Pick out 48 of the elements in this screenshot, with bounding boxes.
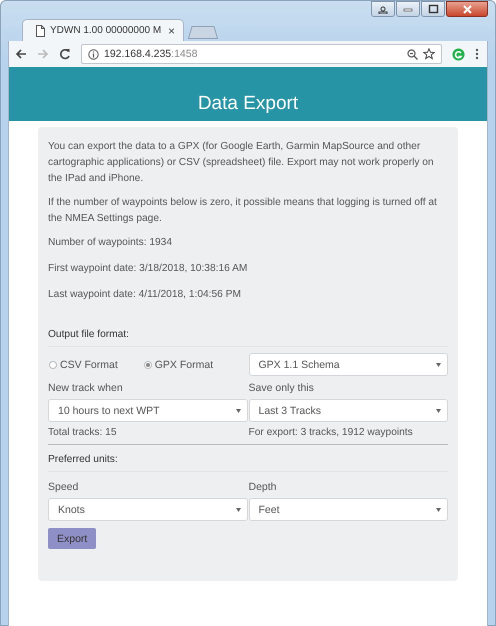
star-icon[interactable]	[423, 48, 435, 60]
intro-text: You can export the data to a GPX (for Google Earth, Garmin MapSource and other cartographic applications) or CSV (spreadsheet) file. Export may not work properly on the IPad and iPhone.	[48, 140, 435, 186]
back-icon[interactable]	[15, 48, 27, 60]
user-button[interactable]	[371, 1, 395, 17]
caret-icon	[436, 408, 441, 412]
units-dropdown[interactable]: Knots	[48, 498, 248, 521]
radio-icon[interactable]	[49, 360, 57, 368]
minimize-button[interactable]	[396, 1, 420, 17]
stat-text: Number of waypoints: 1934	[48, 236, 174, 250]
stat-text: Last waypoint date: 4/11/2018, 1:04:56 PM	[48, 288, 242, 302]
caret-icon	[436, 508, 441, 512]
caret-icon	[236, 408, 240, 412]
info-icon[interactable]	[88, 48, 99, 60]
close-icon	[462, 4, 472, 14]
stat-text: First waypoint date: 3/18/2018, 10:38:16 AM	[48, 262, 248, 276]
radio-selected-icon[interactable]	[144, 360, 152, 368]
tracks-dropdown[interactable]: Last 3 Tracks	[248, 399, 448, 422]
field-label: Depth	[248, 480, 278, 495]
field-label: Speed	[48, 480, 80, 495]
page-title: Data Export	[198, 93, 298, 115]
menu-icon[interactable]	[475, 48, 479, 60]
browser-tab[interactable]: YDWN 1.00 00000000 M ×	[22, 19, 184, 41]
zoom-icon[interactable]	[407, 48, 418, 60]
address-bar[interactable]: 192.168.4.235:1458	[81, 44, 442, 64]
close-window-button[interactable]	[446, 1, 488, 17]
url-text: 192.168.4.235:1458	[104, 48, 198, 60]
section-label: Preferred units:	[48, 454, 448, 472]
field-label: New track when	[48, 381, 124, 396]
info-text: Total tracks: 15	[48, 426, 118, 440]
info-text: For export: 3 tracks, 1912 waypoints	[248, 426, 414, 440]
maximize-button[interactable]	[421, 1, 445, 17]
field-label: Save only this	[248, 381, 315, 396]
caret-icon	[236, 508, 240, 512]
schema-dropdown[interactable]: GPX 1.1 Schema	[248, 353, 448, 376]
radio-option[interactable]: GPX Format	[144, 358, 214, 370]
user-icon	[378, 4, 388, 14]
export-button[interactable]: Export	[48, 528, 96, 549]
tab-close-button[interactable]: ×	[168, 24, 175, 38]
reload-icon[interactable]	[59, 48, 71, 60]
page-icon	[35, 24, 46, 36]
section-label: Output file format:	[48, 329, 448, 347]
caret-icon	[436, 362, 441, 366]
radio-option[interactable]: CSV Format	[49, 358, 118, 370]
units-dropdown[interactable]: Feet	[248, 498, 448, 521]
intro-text: If the number of waypoints below is zero, it possible means that logging is turned off at the NMEA Settings page.	[48, 196, 438, 226]
maximize-icon	[428, 4, 438, 14]
extension-icon[interactable]	[452, 48, 465, 60]
new-track-dropdown[interactable]: 10 hours to next WPT	[48, 399, 248, 422]
